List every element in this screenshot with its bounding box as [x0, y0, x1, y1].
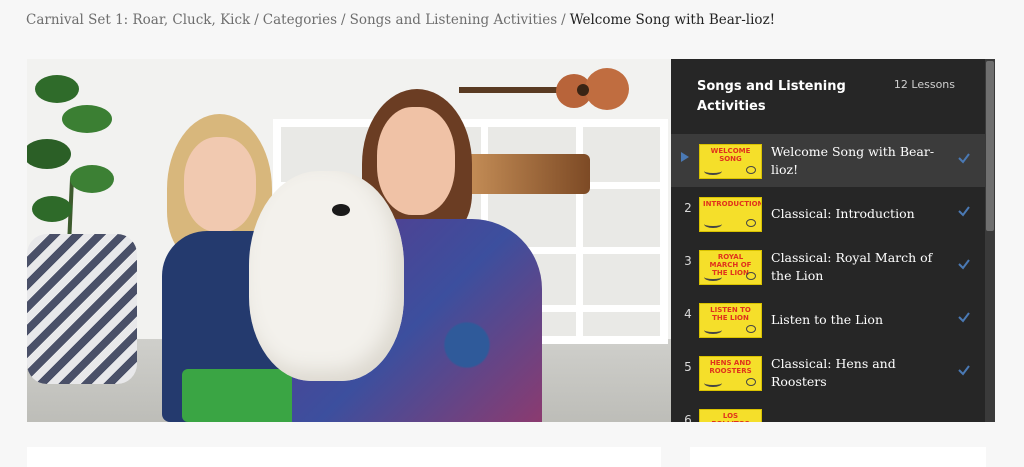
check-icon [958, 365, 970, 376]
lesson-sidebar: Songs and Listening Activities 12 Lesson… [671, 59, 995, 422]
breadcrumb-current: Welcome Song with Bear-lioz! [569, 12, 776, 28]
breadcrumb-link-songs[interactable]: Songs and Listening Activities [350, 12, 558, 28]
check-icon [958, 259, 970, 270]
lesson-title [771, 407, 949, 422]
lesson-thumbnail: LISTEN TO THE LION [699, 303, 762, 338]
sidebar-scrollbar[interactable] [985, 59, 995, 422]
lesson-item[interactable]: 2 INTRODUCTION Classical: Introduction [671, 187, 985, 240]
lesson-item[interactable]: 4 LISTEN TO THE LION Listen to the Lion [671, 293, 985, 346]
breadcrumb-link-course[interactable]: Carnival Set 1: Roar, Cluck, Kick [26, 12, 250, 28]
breadcrumb-separator: / [254, 12, 259, 28]
content-card [27, 447, 661, 467]
lesson-item[interactable]: 5 HENS AND ROOSTERS Classical: Hens and … [671, 346, 985, 399]
lesson-thumbnail: HENS AND ROOSTERS [699, 356, 762, 391]
lesson-title: Classical: Introduction [771, 206, 915, 221]
lesson-title: Classical: Hens and Roosters [771, 356, 896, 389]
lesson-thumbnail: WELCOME SONG [699, 144, 762, 179]
check-icon [958, 153, 970, 164]
lesson-number: 5 [684, 360, 692, 374]
scrollbar-thumb[interactable] [986, 61, 994, 231]
lesson-thumbnail: LOS POLLITOS [699, 409, 762, 422]
sidebar-header: Songs and Listening Activities 12 Lesson… [671, 59, 985, 134]
check-icon [958, 206, 970, 217]
lesson-title: Classical: Royal March of the Lion [771, 250, 933, 283]
bear-puppet-image [249, 171, 404, 381]
sidebar-title: Songs and Listening Activities [697, 79, 846, 114]
lesson-number: 4 [684, 307, 692, 321]
lesson-number: 3 [684, 254, 692, 268]
breadcrumb: Carnival Set 1: Roar, Cluck, Kick / Catego… [26, 12, 775, 28]
side-card [690, 447, 986, 467]
lesson-title: Listen to the Lion [771, 312, 883, 327]
lesson-count: 12 Lessons [893, 78, 955, 91]
ukulele-image [459, 68, 629, 110]
check-icon [958, 312, 970, 323]
lesson-thumbnail: INTRODUCTION [699, 197, 762, 232]
lesson-item[interactable]: WELCOME SONG Welcome Song with Bear-lioz… [671, 134, 985, 187]
breadcrumb-separator: / [341, 12, 346, 28]
lesson-item[interactable]: 6 LOS POLLITOS [671, 399, 985, 422]
breadcrumb-separator: / [561, 12, 566, 28]
lesson-number: 6 [684, 413, 692, 422]
lesson-item[interactable]: 3 ROYAL MARCH OF THE LION Classical: Roy… [671, 240, 985, 293]
play-indicator-icon [681, 152, 689, 162]
breadcrumb-link-categories[interactable]: Categories [263, 12, 337, 28]
lesson-number: 2 [684, 201, 692, 215]
video-player[interactable] [27, 59, 671, 422]
lesson-title: Welcome Song with Bear-lioz! [771, 144, 935, 177]
drums-image [460, 154, 590, 194]
pillow-image [27, 234, 137, 384]
lesson-thumbnail: ROYAL MARCH OF THE LION [699, 250, 762, 285]
